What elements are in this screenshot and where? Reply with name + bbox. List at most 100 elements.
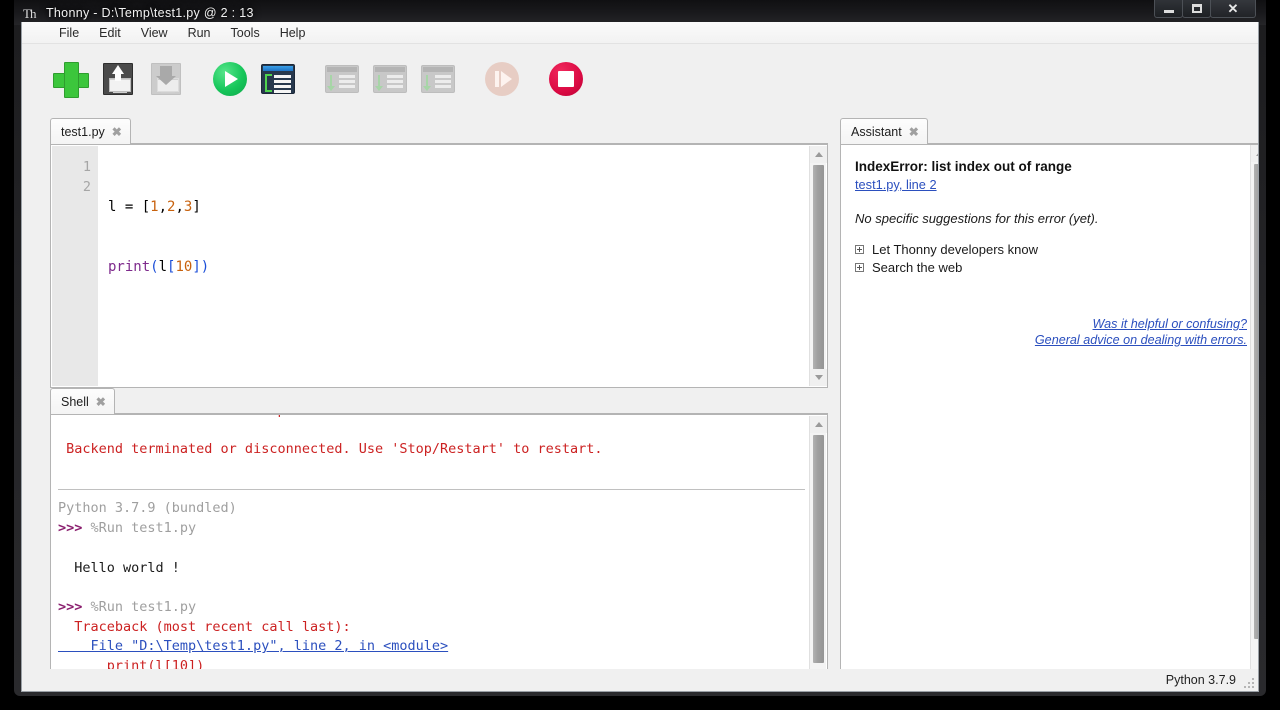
code-token: , (175, 199, 184, 215)
scrollbar-thumb[interactable] (813, 165, 824, 370)
assistant-tab-label: Assistant (851, 124, 902, 139)
shell-tab-label: Shell (61, 394, 89, 409)
shell-prompt: >>> (58, 520, 91, 537)
thonny-app-icon: T h (23, 5, 36, 21)
step-out-button[interactable] (416, 57, 460, 101)
code-text-area[interactable]: l = [1,2,3] print(l[10]) (99, 146, 809, 386)
shell-line-text: Python 3.7.9 (bundled) (58, 500, 237, 517)
scrollbar-thumb[interactable] (813, 435, 824, 663)
stop-button[interactable] (544, 57, 588, 101)
shell-vertical-scrollbar[interactable] (809, 416, 827, 691)
step-into-button[interactable] (368, 57, 412, 101)
code-token: ] (192, 199, 201, 215)
minimize-button[interactable] (1154, 0, 1183, 18)
menu-bar: File Edit View Run Tools Help (22, 22, 1258, 44)
maximize-button[interactable] (1182, 0, 1211, 18)
shell-line-text: Unable to connect to ....: port not foun… (58, 415, 391, 418)
code-token: 10 (175, 259, 193, 275)
expander-label: Search the web (872, 260, 963, 275)
shell-notebook: Shell ✖ Unable to connect to ....: port … (50, 388, 828, 691)
shell-line: Unable to connect to ....: port not foun… (58, 415, 809, 421)
menu-run[interactable]: Run (179, 24, 220, 42)
scroll-up-icon[interactable] (810, 146, 827, 163)
scroll-up-icon[interactable] (1251, 145, 1258, 162)
code-token: ] (192, 259, 201, 275)
status-bar: Python 3.7.9 (22, 669, 1258, 691)
shell-line-text: Backend terminated or disconnected. Use … (58, 441, 603, 458)
expand-plus-icon[interactable] (855, 245, 864, 254)
shell-line-text: Traceback (most recent call last): (58, 618, 351, 635)
run-button[interactable] (208, 57, 252, 101)
expander-label: Let Thonny developers know (872, 242, 1038, 257)
tab-shell[interactable]: Shell ✖ (50, 388, 115, 414)
close-icon[interactable]: ✖ (96, 396, 106, 408)
debug-icon (261, 64, 295, 94)
close-button[interactable]: ✕ (1210, 0, 1256, 18)
client-area: File Edit View Run Tools Help test1.py ✖… (21, 22, 1259, 692)
shell-output-text[interactable]: Unable to connect to ....: port not foun… (52, 415, 809, 691)
expander-search-the-web[interactable]: Search the web (855, 260, 1247, 275)
line-number-gutter: 1 2 (52, 146, 98, 386)
save-disk-icon (103, 63, 133, 95)
assistant-no-suggestions: No specific suggestions for this error (… (855, 211, 1099, 226)
scroll-up-icon[interactable] (810, 416, 827, 433)
menu-file[interactable]: File (50, 24, 88, 42)
line-number: 1 (82, 159, 91, 175)
plus-icon (53, 62, 89, 98)
shell-line: File "D:\Temp\test1.py", line 2, in <mod… (58, 637, 809, 657)
step-into-icon (373, 65, 407, 93)
close-icon[interactable]: ✖ (112, 126, 122, 138)
open-button[interactable] (144, 57, 188, 101)
play-icon (213, 62, 247, 96)
scroll-down-icon[interactable] (810, 369, 827, 386)
step-over-icon (325, 65, 359, 93)
tab-assistant[interactable]: Assistant ✖ (840, 118, 928, 144)
menu-tools[interactable]: Tools (222, 24, 269, 42)
close-icon[interactable]: ✖ (909, 126, 919, 138)
new-file-button[interactable] (48, 57, 92, 101)
step-over-button[interactable] (320, 57, 364, 101)
expand-plus-icon[interactable] (855, 263, 864, 272)
resume-icon (485, 62, 519, 96)
general-advice-link[interactable]: General advice on dealing with errors. (1035, 333, 1247, 347)
shell-line: >>> %Run test1.py (58, 519, 809, 539)
menu-help[interactable]: Help (271, 24, 315, 42)
shell-line-text: %Run test1.py (90, 598, 197, 615)
code-token: print (108, 259, 151, 275)
desktop-background: T h Thonny - D:\Temp\test1.py @ 2 : 13 ✕… (0, 0, 1280, 710)
resize-grip[interactable] (1240, 674, 1254, 688)
menu-edit[interactable]: Edit (90, 24, 130, 42)
debug-button[interactable] (256, 57, 300, 101)
assistant-body: IndexError: list index out of range test… (840, 144, 1258, 691)
window-controls: ✕ (1154, 0, 1256, 21)
assistant-error-location-link[interactable]: test1.py, line 2 (855, 177, 937, 192)
code-token: l (158, 259, 168, 275)
window-title: Thonny - D:\Temp\test1.py @ 2 : 13 (46, 5, 254, 20)
tab-test1-py[interactable]: test1.py ✖ (50, 118, 131, 144)
resume-button[interactable] (480, 57, 524, 101)
shell-divider (58, 480, 809, 500)
editor-vertical-scrollbar[interactable] (809, 146, 827, 386)
feedback-link[interactable]: Was it helpful or confusing? (1035, 317, 1247, 331)
assistant-expanders: Let Thonny developers know Search the we… (855, 242, 1247, 275)
shell-tab-strip: Shell ✖ (50, 388, 828, 414)
shell-line-text: Hello world ! (58, 559, 180, 576)
assistant-footer-links: Was it helpful or confusing? General adv… (1035, 317, 1247, 349)
assistant-tab-strip: Assistant ✖ (840, 118, 1258, 144)
menu-view[interactable]: View (132, 24, 177, 42)
shell-line: Traceback (most recent call last): (58, 618, 809, 638)
shell-line-text: File "D:\Temp\test1.py", line 2, in <mod… (58, 638, 449, 655)
code-token: l = [ (108, 199, 151, 215)
code-line: print(l[10]) (108, 257, 809, 277)
interpreter-label: Python 3.7.9 (1165, 673, 1236, 687)
open-disk-icon (151, 63, 181, 95)
assistant-error-title: IndexError: list index out of range (855, 159, 1072, 174)
scrollbar-thumb[interactable] (1254, 164, 1258, 639)
shell-line: Python 3.7.9 (bundled) (58, 499, 809, 519)
assistant-vertical-scrollbar[interactable] (1250, 145, 1258, 691)
expander-let-thonny-developers-know[interactable]: Let Thonny developers know (855, 242, 1247, 257)
save-button[interactable] (96, 57, 140, 101)
